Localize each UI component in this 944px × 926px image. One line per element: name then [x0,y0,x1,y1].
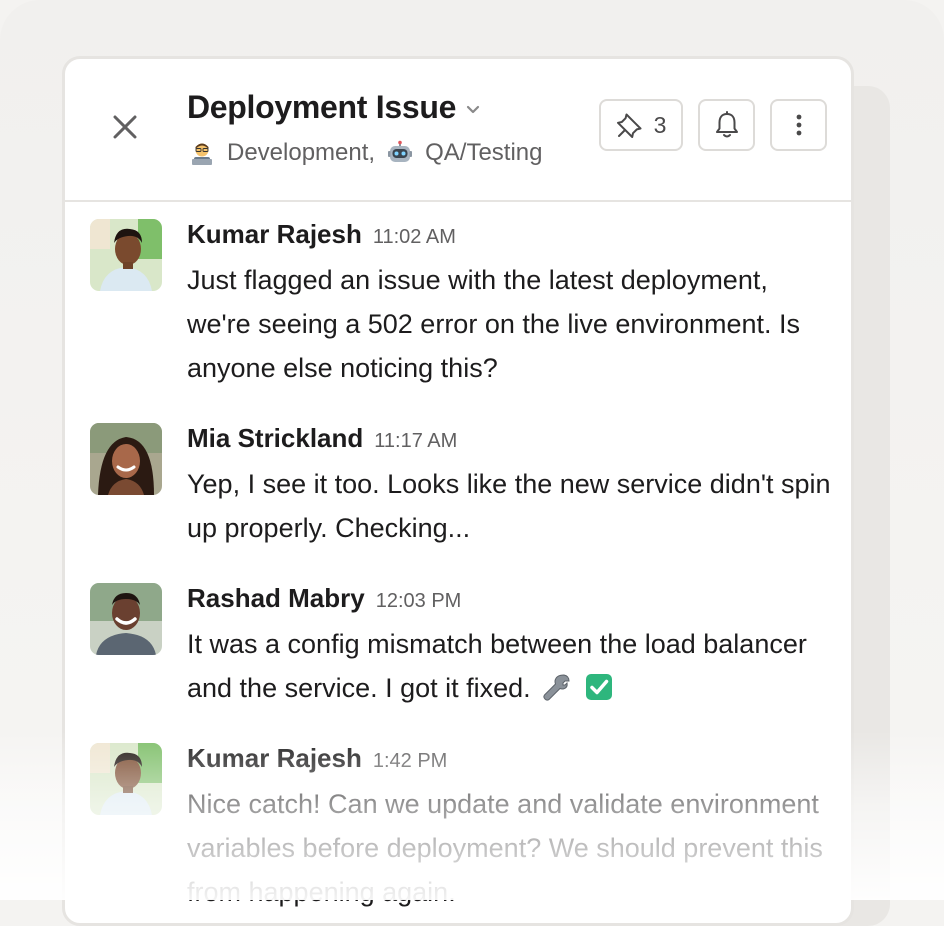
close-button[interactable] [107,109,143,145]
message-text: Yep, I see it too. Looks like the new se… [187,469,831,543]
message-body: Kumar Rajesh 1:42 PM Nice catch! Can we … [187,743,837,914]
wrench-emoji-icon [543,674,570,701]
avatar-image [90,423,162,495]
message-timestamp[interactable]: 11:17 AM [374,430,457,453]
pin-icon [616,113,642,138]
message-timestamp[interactable]: 12:03 PM [376,590,462,613]
message-header: Rashad Mabry 12:03 PM [187,583,837,617]
avatar-image [90,583,162,655]
message-body: Rashad Mabry 12:03 PM It was a config mi… [187,583,837,710]
message-author[interactable]: Rashad Mabry [187,583,365,614]
message-author[interactable]: Kumar Rajesh [187,743,362,774]
pinned-button[interactable]: 3 [599,99,683,151]
avatar[interactable] [90,219,162,291]
robot-emoji-icon [388,140,413,162]
avatar-image [90,743,162,815]
message-text: Just flagged an issue with the latest de… [187,265,800,383]
avatar[interactable] [90,423,162,495]
message-body: Mia Strickland 11:17 AM Yep, I see it to… [187,423,837,550]
thread-header: Deployment Issue Development, QA/Testing… [65,59,851,202]
message-header: Mia Strickland 11:17 AM [187,423,837,457]
message-author[interactable]: Kumar Rajesh [187,219,362,250]
message-text-content: It was a config mismatch between the loa… [187,629,807,703]
more-actions-button[interactable] [770,99,827,151]
pinned-count: 3 [653,111,667,138]
thread-panel: Deployment Issue Development, QA/Testing… [62,56,854,926]
channel-name: QA/Testing [425,139,543,166]
check-mark-emoji-icon [585,674,612,700]
bell-icon [715,111,738,138]
thread-channels: Development, QA/Testing [189,139,542,167]
message-header: Kumar Rajesh 11:02 AM [187,219,837,253]
channel-separator: , [368,139,376,166]
channel-name: Development [227,139,369,166]
message-timestamp[interactable]: 11:02 AM [373,226,456,249]
message-author[interactable]: Mia Strickland [187,423,363,454]
message-text: Nice catch! Can we update and validate e… [187,789,823,907]
thread-title-dropdown[interactable]: Deployment Issue [187,89,482,126]
avatar[interactable] [90,583,162,655]
message-header: Kumar Rajesh 1:42 PM [187,743,837,777]
thread-title: Deployment Issue [187,89,457,125]
technologist-emoji-icon [192,143,212,165]
channel-development[interactable]: Development, [189,139,387,167]
channel-qa-testing[interactable]: QA/Testing [387,139,542,167]
message-timestamp[interactable]: 1:42 PM [373,750,447,773]
chevron-down-icon [466,105,480,113]
avatar[interactable] [90,743,162,815]
notifications-button[interactable] [698,99,755,151]
vertical-ellipsis-icon [796,114,801,136]
message-text: It was a config mismatch between the loa… [187,622,837,710]
message-body: Kumar Rajesh 11:02 AM Just flagged an is… [187,219,837,390]
close-icon [113,115,137,139]
avatar-image [90,219,162,291]
